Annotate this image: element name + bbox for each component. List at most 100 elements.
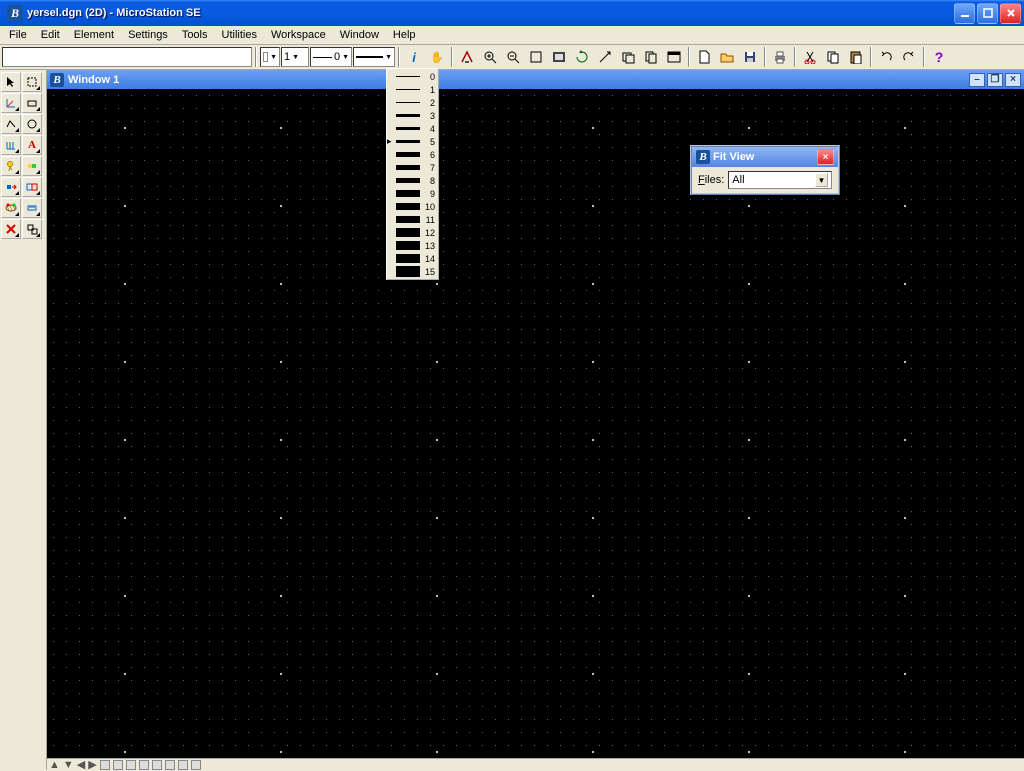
line-tool-icon[interactable] [22,93,42,113]
window-area-icon[interactable] [525,46,547,68]
rotate-view-icon[interactable] [571,46,593,68]
help-icon[interactable]: ? [928,46,950,68]
acs-tool-icon[interactable] [1,93,21,113]
fit-view-files-combo[interactable]: All ▼ [728,171,832,189]
keyin-input[interactable] [2,47,252,67]
view-btn[interactable] [178,760,188,770]
view-arrows[interactable]: ◀ [77,758,85,771]
cut-icon[interactable] [799,46,821,68]
save-file-icon[interactable] [739,46,761,68]
toolbar-row: ▼ 1▼ 0▼ ▼ i ✋ ? [0,45,1024,70]
level-combo[interactable]: 1▼ [281,47,309,67]
dialog-icon: B [696,150,710,164]
fit-view-titlebar[interactable]: B Fit View × [692,147,838,167]
inner-minimize-button[interactable]: – [969,73,985,87]
weight-option-5[interactable]: 5 [388,135,437,148]
tag-tool-icon[interactable] [1,156,21,176]
view-next-icon[interactable] [663,46,685,68]
measure-tool-icon[interactable] [22,198,42,218]
new-file-icon[interactable] [693,46,715,68]
weight-option-4[interactable]: 4 [388,122,437,135]
zoom-in-icon[interactable] [479,46,501,68]
menu-window[interactable]: Window [333,27,386,43]
fence-tool-icon[interactable] [22,72,42,92]
view-arrows[interactable]: ▼ [63,759,74,771]
hand-tool-icon[interactable]: ✋ [426,46,448,68]
inner-window-icon: B [50,73,64,87]
color-combo[interactable]: ▼ [260,47,280,67]
arc-tool-icon[interactable] [1,114,21,134]
fit-view-files-label: Files: [698,174,724,186]
view-arrows[interactable]: ▶ [88,758,96,771]
maximize-button[interactable] [977,3,998,24]
open-file-icon[interactable] [716,46,738,68]
drawing-canvas[interactable] [47,89,1024,758]
weight-option-11[interactable]: 11 [388,213,437,226]
view-btn[interactable] [165,760,175,770]
zoom-out-icon[interactable] [502,46,524,68]
menubar: File Edit Element Settings Tools Utiliti… [0,26,1024,45]
weight-option-0[interactable]: 0 [388,70,437,83]
redo-icon[interactable] [898,46,920,68]
selection-tool-icon[interactable] [1,72,21,92]
linestyle-value: 0 [334,51,340,63]
minimize-button[interactable] [954,3,975,24]
view-btn[interactable] [126,760,136,770]
weight-option-12[interactable]: 12 [388,226,437,239]
weight-option-6[interactable]: 6 [388,148,437,161]
paste-icon[interactable] [845,46,867,68]
drop-tool-icon[interactable] [22,219,42,239]
menu-tools[interactable]: Tools [175,27,215,43]
pattern-tool-icon[interactable] [1,198,21,218]
fit-view-close-button[interactable]: × [817,149,834,165]
copy-icon[interactable] [822,46,844,68]
view-btn[interactable] [139,760,149,770]
linestyle-combo[interactable]: 0▼ [310,47,352,67]
view-btn[interactable] [152,760,162,770]
menu-element[interactable]: Element [67,27,121,43]
view-arrows[interactable]: ▲ [49,759,60,771]
weight-option-13[interactable]: 13 [388,239,437,252]
menu-utilities[interactable]: Utilities [215,27,264,43]
weight-option-8[interactable]: 8 [388,174,437,187]
fit-view-icon[interactable] [548,46,570,68]
view-copy-icon[interactable] [640,46,662,68]
weight-option-10[interactable]: 10 [388,200,437,213]
weight-option-9[interactable]: 9 [388,187,437,200]
view-btn[interactable] [100,760,110,770]
text-tool-icon[interactable]: A [22,135,42,155]
pan-view-icon[interactable] [594,46,616,68]
dimension-tool-icon[interactable] [1,135,21,155]
weight-option-15[interactable]: 15 [388,265,437,278]
close-button[interactable] [1000,3,1021,24]
inner-maximize-button[interactable]: ❐ [987,73,1003,87]
weight-option-7[interactable]: 7 [388,161,437,174]
weight-combo[interactable]: ▼ [353,47,395,67]
ellipse-tool-icon[interactable] [22,114,42,134]
change-attr-tool-icon[interactable] [22,177,42,197]
info-icon[interactable]: i [403,46,425,68]
fit-view-dialog: B Fit View × Files: All ▼ [690,145,840,195]
cell-tool-icon[interactable] [22,156,42,176]
menu-settings[interactable]: Settings [121,27,175,43]
modify-tool-icon[interactable] [1,177,21,197]
weight-option-1[interactable]: 1 [388,83,437,96]
line-weight-dropdown[interactable]: 0123456789101112131415 [386,68,439,280]
print-icon[interactable] [769,46,791,68]
update-view-icon[interactable] [456,46,478,68]
inner-close-button[interactable]: × [1005,73,1021,87]
menu-workspace[interactable]: Workspace [264,27,333,43]
weight-option-3[interactable]: 3 [388,109,437,122]
delete-tool-icon[interactable] [1,219,21,239]
view-btn[interactable] [191,760,201,770]
view-btn[interactable] [113,760,123,770]
menu-file[interactable]: File [2,27,34,43]
menu-edit[interactable]: Edit [34,27,67,43]
app-icon: B [7,5,23,21]
menu-help[interactable]: Help [386,27,423,43]
view-previous-icon[interactable] [617,46,639,68]
weight-option-14[interactable]: 14 [388,252,437,265]
weight-option-2[interactable]: 2 [388,96,437,109]
undo-icon[interactable] [875,46,897,68]
grid-dots [47,89,1024,758]
